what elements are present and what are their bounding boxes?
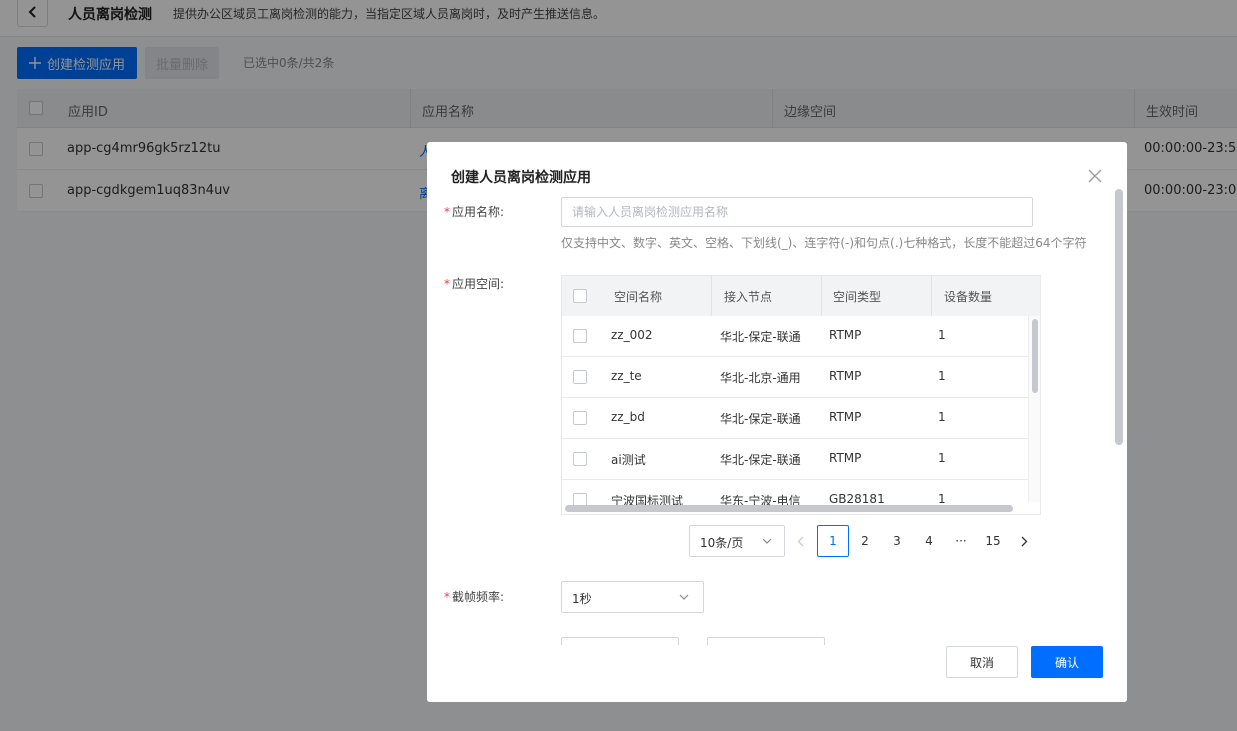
space-type: RTMP (829, 451, 862, 465)
space-name: zz_te (611, 369, 642, 383)
page-last[interactable]: 15 (982, 525, 1004, 557)
prev-page-button[interactable] (793, 525, 807, 557)
space-checkbox[interactable] (573, 370, 587, 384)
frame-rate-label: * 截帧频率: (444, 590, 505, 604)
page-size-select[interactable]: 10条/页 (689, 525, 785, 557)
page-1[interactable]: 1 (817, 525, 849, 557)
space-row[interactable]: ai测试 华北-保定-联通 RTMP 1 (562, 439, 1028, 480)
col-access-node: 接入节点 (724, 290, 773, 304)
device-count: 1 (938, 451, 946, 465)
space-name: zz_bd (611, 410, 645, 424)
space-table-header: 空间名称 接入节点 空间类型 设备数量 (562, 276, 1040, 316)
col-space-name: 空间名称 (614, 290, 663, 304)
page-2[interactable]: 2 (857, 525, 873, 557)
app-name-label: * 应用名称: (444, 205, 505, 219)
chevron-left-icon (797, 536, 803, 546)
dialog-title: 创建人员离岗检测应用 (451, 170, 591, 186)
col-device-count: 设备数量 (944, 290, 993, 304)
create-app-dialog: 创建人员离岗检测应用 *应用名称: 仅支持中文、数字、英文、空格、下划线(_)、… (427, 142, 1127, 702)
col-space-type: 空间类型 (833, 290, 882, 304)
space-table: 空间名称 接入节点 空间类型 设备数量 zz_002 华北-保定-联通 RTMP… (561, 275, 1041, 515)
page-ellipsis[interactable]: ··· (949, 525, 973, 557)
access-node: 华北-北京-通用 (720, 371, 801, 385)
space-checkbox[interactable] (573, 329, 587, 343)
frame-rate-select[interactable]: 1秒 (561, 581, 704, 613)
app-name-hint: 仅支持中文、数字、英文、空格、下划线(_)、连字符(-)和句点(.)七种格式，长… (561, 236, 1087, 250)
page-4[interactable]: 4 (921, 525, 937, 557)
space-table-hscroll[interactable] (565, 505, 1013, 512)
select-all-spaces-checkbox[interactable] (573, 289, 587, 303)
space-table-vscroll[interactable] (1032, 319, 1038, 393)
dialog-scrollbar[interactable] (1115, 189, 1123, 445)
next-page-button[interactable] (1017, 525, 1031, 557)
chevron-down-icon (679, 594, 689, 600)
space-row[interactable]: zz_te 华北-北京-通用 RTMP 1 (562, 357, 1028, 398)
space-type: RTMP (829, 369, 862, 383)
chevron-right-icon (1021, 536, 1027, 546)
space-name: ai测试 (611, 453, 646, 467)
space-type: RTMP (829, 410, 862, 424)
frame-rate-value: 1秒 (572, 592, 592, 606)
space-row[interactable]: zz_bd 华北-保定-联通 RTMP 1 (562, 398, 1028, 439)
device-count: 1 (938, 328, 946, 342)
space-checkbox[interactable] (573, 411, 587, 425)
close-icon[interactable] (1087, 168, 1103, 184)
space-type: RTMP (829, 328, 862, 342)
device-count: 1 (938, 369, 946, 383)
space-checkbox[interactable] (573, 452, 587, 466)
confirm-button[interactable]: 确认 (1031, 646, 1103, 678)
access-node: 华北-保定-联通 (720, 453, 801, 467)
cancel-button[interactable]: 取消 (946, 646, 1018, 678)
app-space-label: * 应用空间: (444, 277, 505, 291)
space-row[interactable]: zz_002 华北-保定-联通 RTMP 1 (562, 316, 1028, 357)
device-count: 1 (938, 410, 946, 424)
app-name-input[interactable] (561, 197, 1033, 227)
device-count: 1 (938, 492, 946, 506)
space-name: zz_002 (611, 328, 653, 342)
chevron-down-icon (762, 538, 772, 544)
space-type: GB28181 (829, 492, 885, 506)
access-node: 华北-保定-联通 (720, 330, 801, 344)
page-3[interactable]: 3 (889, 525, 905, 557)
dialog-footer (427, 645, 1127, 702)
page-size-value: 10条/页 (700, 536, 744, 550)
access-node: 华北-保定-联通 (720, 412, 801, 426)
